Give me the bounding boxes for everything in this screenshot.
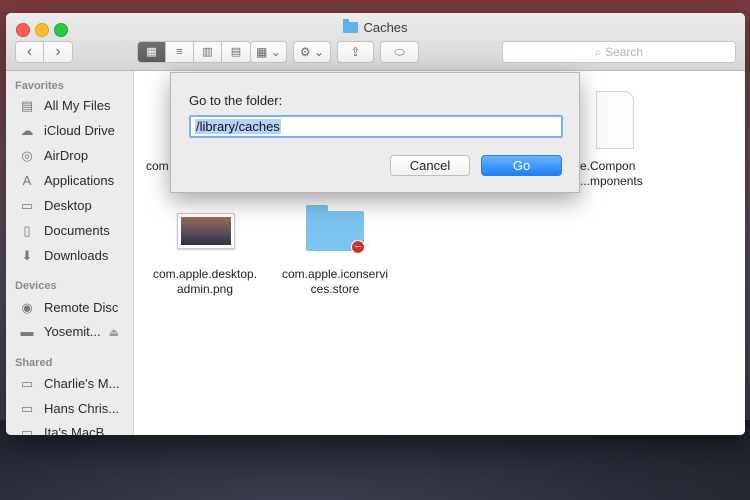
tag-button[interactable]: ⬭ bbox=[380, 41, 419, 63]
folder-icon bbox=[343, 19, 359, 33]
sidebar-item-shared-2[interactable]: ▭ Hans Chris... bbox=[18, 399, 119, 419]
arrange-button[interactable]: ▦ ⌄ bbox=[250, 41, 287, 63]
applications-icon: A bbox=[22, 173, 32, 188]
downloads-icon: ⬇ bbox=[21, 248, 33, 263]
sidebar: Favorites ▤ All My Files ☁ iCloud Drive ◎ A… bbox=[6, 71, 134, 435]
icon-view-button[interactable]: ▦ bbox=[138, 42, 166, 62]
coverflow-view-button[interactable]: ▤ bbox=[222, 42, 250, 62]
action-gear-button[interactable]: ⚙ ⌄ bbox=[293, 41, 331, 63]
airdrop-icon: ◎ bbox=[21, 148, 33, 163]
computer-icon: ▭ bbox=[20, 401, 34, 416]
dialog-label: Go to the folder: bbox=[189, 93, 283, 108]
file-item[interactable]: com.apple.iconservi ces.store bbox=[270, 267, 400, 297]
sidebar-item-airdrop[interactable]: ◎ AirDrop bbox=[18, 146, 88, 166]
window-title: Caches bbox=[6, 19, 745, 35]
sidebar-item-applications[interactable]: A Applications bbox=[18, 171, 114, 191]
computer-icon: ▭ bbox=[20, 425, 34, 435]
search-icon: ⌕ bbox=[594, 45, 606, 59]
forward-button[interactable]: › bbox=[44, 42, 72, 62]
list-view-button[interactable]: ≡ bbox=[166, 42, 194, 62]
computer-icon: ▭ bbox=[20, 376, 34, 391]
go-button[interactable]: Go bbox=[481, 155, 562, 176]
sidebar-item-shared-3[interactable]: ▭ Ita's MacB... bbox=[18, 423, 115, 435]
desktop-icon: ▭ bbox=[20, 198, 34, 213]
back-button[interactable]: ‹ bbox=[16, 42, 44, 62]
cancel-button[interactable]: Cancel bbox=[390, 155, 470, 176]
share-button[interactable]: ⇪ bbox=[337, 41, 374, 63]
documents-icon: ▯ bbox=[23, 223, 31, 238]
search-field[interactable]: ⌕ Search bbox=[502, 41, 736, 63]
cloud-icon: ☁ bbox=[20, 123, 34, 138]
sidebar-item-shared-1[interactable]: ▭ Charlie's M... bbox=[18, 374, 120, 394]
file-item[interactable]: e.Compon ...mponents bbox=[580, 159, 650, 189]
shared-header: Shared bbox=[15, 357, 53, 369]
sidebar-item-all-my-files[interactable]: ▤ All My Files bbox=[18, 96, 111, 116]
eject-icon[interactable]: ⏏ bbox=[109, 327, 119, 339]
disc-icon: ◉ bbox=[21, 300, 33, 315]
file-item[interactable]: com.apple.desktop. admin.png bbox=[140, 267, 270, 297]
sidebar-item-remote-disc[interactable]: ◉ Remote Disc bbox=[18, 298, 118, 318]
favorites-header: Favorites bbox=[15, 80, 64, 92]
sidebar-item-icloud-drive[interactable]: ☁ iCloud Drive bbox=[18, 121, 115, 141]
image-thumbnail-icon bbox=[177, 213, 235, 249]
no-access-badge-icon: – bbox=[351, 240, 365, 254]
title-bar: Caches ‹ › ▦ ≡ ▥ ▤ ▦ ⌄ ⚙ ⌄ ⇪ ⬭ ⌕ Search bbox=[6, 13, 745, 71]
devices-header: Devices bbox=[15, 280, 57, 292]
column-view-button[interactable]: ▥ bbox=[194, 42, 222, 62]
all-files-icon: ▤ bbox=[20, 98, 34, 113]
drive-icon: ▬ bbox=[20, 324, 34, 339]
nav-buttons: ‹ › bbox=[15, 41, 73, 63]
sidebar-item-downloads[interactable]: ⬇ Downloads bbox=[18, 246, 109, 266]
sidebar-item-documents[interactable]: ▯ Documents bbox=[18, 221, 109, 241]
document-icon bbox=[596, 91, 634, 149]
go-to-folder-dialog: Go to the folder: /library/caches Cancel… bbox=[170, 72, 580, 193]
sidebar-item-yosemite[interactable]: ▬ Yosemit... ⏏ bbox=[18, 322, 120, 342]
folder-path-input[interactable]: /library/caches bbox=[189, 115, 563, 138]
sidebar-item-desktop[interactable]: ▭ Desktop bbox=[18, 196, 92, 216]
view-mode-control: ▦ ≡ ▥ ▤ bbox=[137, 41, 251, 63]
selected-path-text: /library/caches bbox=[195, 119, 281, 134]
